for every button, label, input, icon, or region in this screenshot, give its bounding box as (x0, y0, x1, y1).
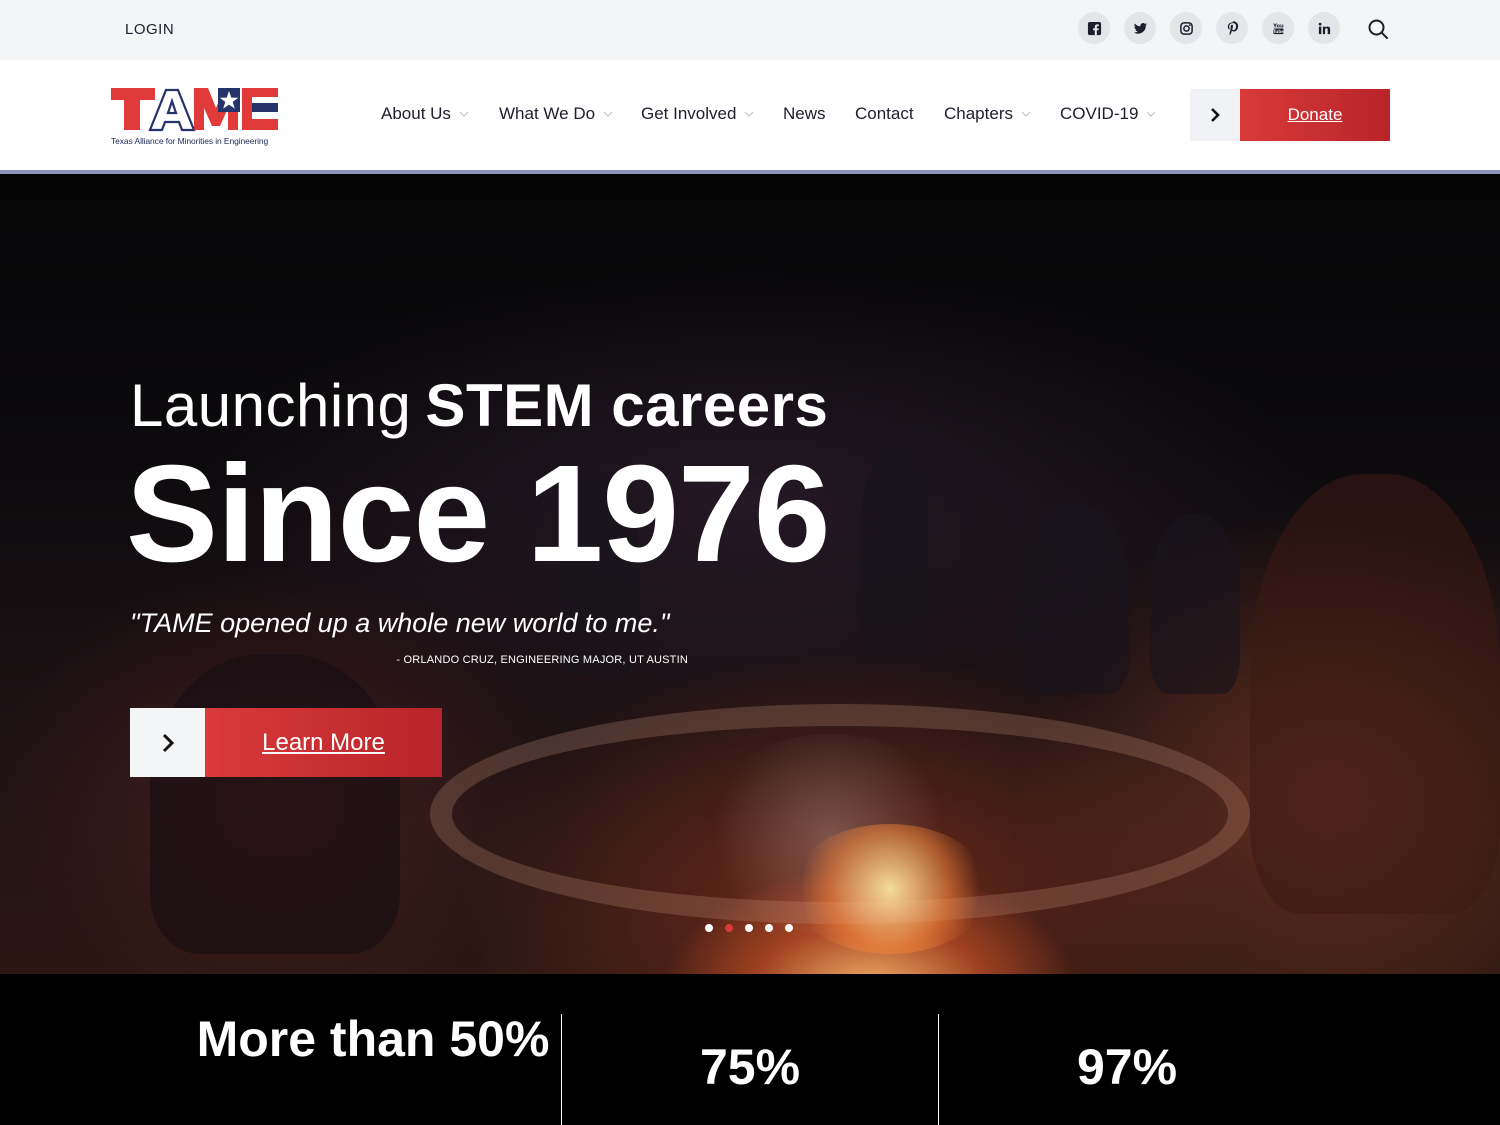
nav-what-we-do[interactable]: What We Do (499, 103, 613, 125)
nav-label: What We Do (499, 104, 596, 123)
learn-more-button[interactable]: Learn More (205, 708, 442, 777)
hero-quote-attribution: - ORLANDO CRUZ, ENGINEERING MAJOR, UT AU… (396, 654, 688, 666)
hero-headline-bold: STEM careers (425, 372, 829, 439)
twitter-icon[interactable] (1124, 12, 1156, 44)
hero-headline: Launching STEM careers (130, 371, 828, 440)
donate-arrow-button[interactable] (1190, 89, 1240, 141)
linkedin-icon[interactable] (1308, 12, 1340, 44)
hero-photo-figure (1020, 504, 1130, 694)
slider-dot[interactable] (765, 924, 773, 932)
instagram-icon[interactable] (1170, 12, 1202, 44)
chevron-right-icon (162, 733, 174, 752)
login-link[interactable]: LOGIN (125, 21, 174, 38)
stat-value: 97% (1076, 1039, 1178, 1095)
slider-dot[interactable] (785, 924, 793, 932)
nav-label: Get Involved (641, 104, 737, 123)
youtube-icon[interactable]: You Tube (1262, 12, 1294, 44)
nav-covid-19[interactable]: COVID-19 (1060, 103, 1156, 125)
hero-quote: "TAME opened up a whole new world to me.… (130, 608, 670, 638)
logo-tagline: Texas Alliance for Minorities in Enginee… (111, 136, 269, 146)
nav-label: About Us (381, 104, 451, 123)
hero-since-year: Since 1976 (126, 437, 831, 591)
chevron-down-icon (744, 109, 754, 119)
hero-photo-figure (1150, 514, 1240, 694)
svg-text:Tube: Tube (1272, 28, 1283, 33)
nav-label: Chapters (944, 104, 1013, 123)
facebook-icon[interactable] (1078, 12, 1110, 44)
chevron-down-icon (459, 109, 469, 119)
slider-dots (705, 924, 793, 932)
chevron-right-icon (1211, 108, 1220, 122)
tame-logo[interactable]: Texas Alliance for Minorities in Enginee… (110, 86, 280, 148)
chevron-down-icon (1021, 109, 1031, 119)
slider-dot[interactable] (725, 924, 733, 932)
tame-logo-mark (111, 88, 278, 132)
nav-chapters[interactable]: Chapters (944, 103, 1031, 125)
hero-banner: Launching STEM careers Since 1976 "TAME o… (0, 174, 1500, 974)
learn-more-arrow-button[interactable] (130, 708, 205, 777)
nav-news[interactable]: News (783, 103, 826, 125)
search-icon[interactable] (1366, 17, 1390, 41)
stats-section: More than 50% 75% 97% (0, 974, 1500, 1125)
chevron-down-icon (603, 109, 613, 119)
hero-photo-figure (150, 654, 400, 954)
utility-bar: LOGIN You Tube (0, 0, 1500, 60)
slider-dot[interactable] (705, 924, 713, 932)
hero-headline-light: Launching (130, 372, 412, 439)
nav-label: COVID-19 (1060, 104, 1139, 123)
chevron-down-icon (1146, 109, 1156, 119)
pinterest-icon[interactable] (1216, 12, 1248, 44)
hero-photo-figure (860, 444, 930, 654)
nav-label: Contact (855, 104, 914, 123)
donate-button[interactable]: Donate (1240, 89, 1390, 141)
nav-get-involved[interactable]: Get Involved (641, 103, 754, 125)
stat-value: 75% (699, 1039, 801, 1095)
hero-photo-figure (1250, 474, 1500, 914)
nav-contact[interactable]: Contact (855, 103, 914, 125)
slider-dot[interactable] (745, 924, 753, 932)
stat-value: More than 50% (196, 1011, 550, 1067)
nav-label: News (783, 104, 826, 123)
nav-about-us[interactable]: About Us (381, 103, 469, 125)
hero-photo-fire (790, 824, 990, 954)
